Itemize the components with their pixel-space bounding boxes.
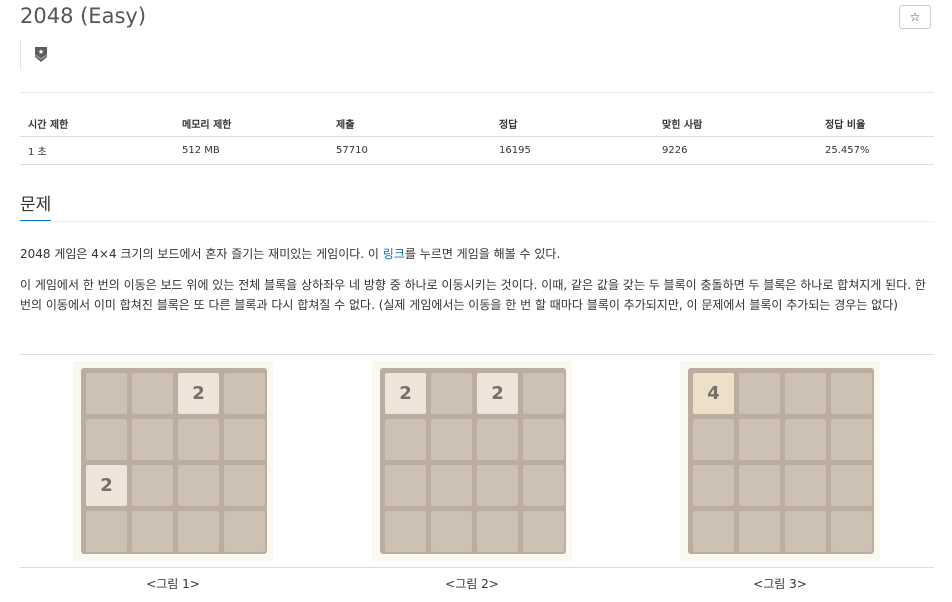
empty-tile <box>224 373 265 414</box>
value-memory-limit: 512 MB <box>174 136 328 165</box>
empty-tile <box>477 419 518 460</box>
empty-tile <box>178 511 219 552</box>
tier-badge-container: ★ <box>20 40 48 70</box>
empty-tile <box>132 419 173 460</box>
empty-tile <box>86 511 127 552</box>
empty-tile <box>477 511 518 552</box>
empty-tile <box>831 511 872 552</box>
empty-tile <box>385 419 426 460</box>
empty-tile <box>523 465 564 506</box>
empty-tile <box>178 465 219 506</box>
star-button[interactable]: ☆ <box>899 5 931 29</box>
empty-tile <box>132 465 173 506</box>
empty-tile <box>224 419 265 460</box>
figure-1: 22 <box>73 361 273 561</box>
empty-tile <box>785 465 826 506</box>
section-heading: 문제 <box>20 190 52 221</box>
value-accepted: 16195 <box>491 136 654 165</box>
value-solvers: 9226 <box>654 136 817 165</box>
empty-tile <box>385 511 426 552</box>
empty-tile <box>739 465 780 506</box>
empty-tile <box>739 511 780 552</box>
svg-text:★: ★ <box>38 48 44 56</box>
empty-tile <box>693 419 734 460</box>
empty-tile <box>224 465 265 506</box>
empty-tile <box>477 465 518 506</box>
tile-2: 2 <box>477 373 518 414</box>
empty-tile <box>831 419 872 460</box>
empty-tile <box>523 511 564 552</box>
empty-tile <box>431 419 472 460</box>
empty-tile <box>431 511 472 552</box>
empty-tile <box>178 419 219 460</box>
empty-tile <box>693 465 734 506</box>
problem-info-table: 시간 제한 메모리 제한 제출 정답 맞힌 사람 정답 비율 1 초 512 M… <box>20 111 934 165</box>
game-board: 22 <box>81 368 267 554</box>
problem-title: 2048 (Easy) <box>20 4 147 28</box>
figure-table-top-border <box>20 354 934 355</box>
divider <box>20 221 934 222</box>
value-accept-ratio: 25.457% <box>817 136 934 165</box>
header-submissions: 제출 <box>328 111 491 137</box>
header-solvers: 맞힌 사람 <box>654 111 817 137</box>
empty-tile <box>86 419 127 460</box>
value-time-limit: 1 초 <box>20 136 174 165</box>
description-paragraph-1: 2048 게임은 4×4 크기의 보드에서 혼자 즐기는 재미있는 게임이다. … <box>20 244 932 264</box>
figure-1-caption: <그림 1> <box>146 577 200 591</box>
figure-2-caption: <그림 2> <box>445 577 499 591</box>
empty-tile <box>132 511 173 552</box>
empty-tile <box>831 373 872 414</box>
description-paragraph-2: 이 게임에서 한 번의 이동은 보드 위에 있는 전체 블록을 상하좌우 네 방… <box>20 278 926 312</box>
empty-tile <box>831 465 872 506</box>
header-memory-limit: 메모리 제한 <box>174 111 328 137</box>
game-board: 4 <box>688 368 874 554</box>
header-accepted: 정답 <box>491 111 654 137</box>
figure-3-caption: <그림 3> <box>753 577 807 591</box>
value-submissions: 57710 <box>328 136 491 165</box>
empty-tile <box>693 511 734 552</box>
tile-2: 2 <box>86 465 127 506</box>
empty-tile <box>86 373 127 414</box>
empty-tile <box>523 373 564 414</box>
tile-2: 2 <box>385 373 426 414</box>
figure-3: 4 <box>680 361 880 561</box>
header-time-limit: 시간 제한 <box>20 111 174 137</box>
header-accept-ratio: 정답 비율 <box>817 111 934 137</box>
table-row: 1 초 512 MB 57710 16195 9226 25.457% <box>20 136 934 165</box>
figure-table-bottom-border <box>20 567 934 568</box>
game-board: 22 <box>380 368 566 554</box>
divider <box>20 92 934 93</box>
empty-tile <box>739 419 780 460</box>
empty-tile <box>785 511 826 552</box>
empty-tile <box>224 511 265 552</box>
table-header-row: 시간 제한 메모리 제한 제출 정답 맞힌 사람 정답 비율 <box>20 111 934 137</box>
tile-4: 4 <box>693 373 734 414</box>
empty-tile <box>739 373 780 414</box>
game-link[interactable]: 링크 <box>383 247 405 261</box>
empty-tile <box>431 465 472 506</box>
empty-tile <box>523 419 564 460</box>
star-icon: ☆ <box>909 10 921 24</box>
empty-tile <box>132 373 173 414</box>
silver-tier-badge-icon[interactable]: ★ <box>34 46 48 63</box>
empty-tile <box>385 465 426 506</box>
para1-text-before: 2048 게임은 4×4 크기의 보드에서 혼자 즐기는 재미있는 게임이다. … <box>20 247 383 261</box>
figure-2: 22 <box>372 361 572 561</box>
empty-tile <box>431 373 472 414</box>
para1-text-after: 를 누르면 게임을 해볼 수 있다. <box>404 247 561 261</box>
empty-tile <box>785 419 826 460</box>
empty-tile <box>785 373 826 414</box>
tile-2: 2 <box>178 373 219 414</box>
